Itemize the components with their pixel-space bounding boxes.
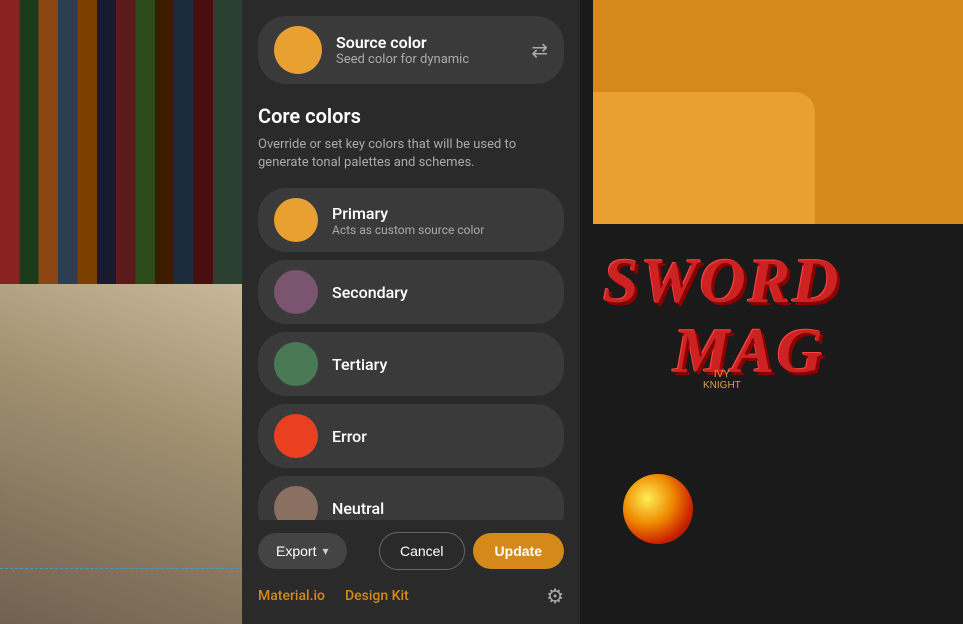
core-colors-title: Core colors: [258, 104, 564, 128]
neutral-text: Neutral: [332, 499, 384, 518]
bg-pottery-inner: [0, 284, 242, 624]
export-button[interactable]: Export ▾: [258, 533, 347, 569]
bg-orange: [593, 0, 963, 230]
panel-footer: Export ▾ Cancel Update Material.io Desig…: [242, 520, 580, 624]
bg-sword-mag: SWORD MAG IVY KNIGHT: [593, 224, 963, 624]
color-item-tertiary[interactable]: Tertiary: [258, 332, 564, 396]
source-color-text: Source color Seed color for dynamic: [336, 33, 517, 67]
panel-scroll-area[interactable]: Source color Seed color for dynamic ⇄ Co…: [242, 0, 580, 520]
footer-links: Material.io Design Kit ⚙: [258, 584, 564, 608]
error-text: Error: [332, 427, 367, 446]
ivy-knight-text: IVY KNIGHT: [703, 369, 741, 391]
neutral-swatch: [274, 486, 318, 520]
secondary-swatch: [274, 270, 318, 314]
settings-icon[interactable]: ⚙: [546, 584, 564, 608]
bg-orange-inner: [593, 0, 963, 230]
source-color-swatch: [274, 26, 322, 74]
cancel-button[interactable]: Cancel: [379, 532, 465, 570]
sword-text: SWORD: [603, 244, 841, 318]
color-item-secondary[interactable]: Secondary: [258, 260, 564, 324]
primary-sublabel: Acts as custom source color: [332, 223, 484, 237]
primary-label: Primary: [332, 204, 484, 223]
secondary-label: Secondary: [332, 283, 408, 302]
books-visual: [0, 0, 242, 290]
orb-decoration: [623, 474, 693, 544]
design-kit-link[interactable]: Design Kit: [345, 588, 409, 604]
bg-books: [0, 0, 242, 290]
bg-pottery: [0, 284, 242, 624]
update-button[interactable]: Update: [473, 533, 564, 569]
color-item-neutral[interactable]: Neutral: [258, 476, 564, 520]
tertiary-label: Tertiary: [332, 355, 387, 374]
secondary-text: Secondary: [332, 283, 408, 302]
tertiary-swatch: [274, 342, 318, 386]
source-color-title: Source color: [336, 33, 517, 52]
primary-text: Primary Acts as custom source color: [332, 204, 484, 237]
material-io-link[interactable]: Material.io: [258, 588, 325, 604]
shuffle-icon[interactable]: ⇄: [531, 38, 548, 62]
export-label: Export: [276, 543, 316, 559]
tertiary-text: Tertiary: [332, 355, 387, 374]
color-item-primary[interactable]: Primary Acts as custom source color: [258, 188, 564, 252]
neutral-label: Neutral: [332, 499, 384, 518]
export-dropdown-icon: ▾: [322, 544, 328, 558]
button-row: Export ▾ Cancel Update: [258, 532, 564, 570]
color-panel: Source color Seed color for dynamic ⇄ Co…: [242, 0, 580, 624]
source-color-row[interactable]: Source color Seed color for dynamic ⇄: [258, 16, 564, 84]
primary-swatch: [274, 198, 318, 242]
source-color-subtitle: Seed color for dynamic: [336, 52, 517, 67]
error-swatch: [274, 414, 318, 458]
core-colors-desc: Override or set key colors that will be …: [258, 136, 564, 172]
color-item-error[interactable]: Error: [258, 404, 564, 468]
mag-text: MAG: [673, 314, 825, 388]
error-label: Error: [332, 427, 367, 446]
